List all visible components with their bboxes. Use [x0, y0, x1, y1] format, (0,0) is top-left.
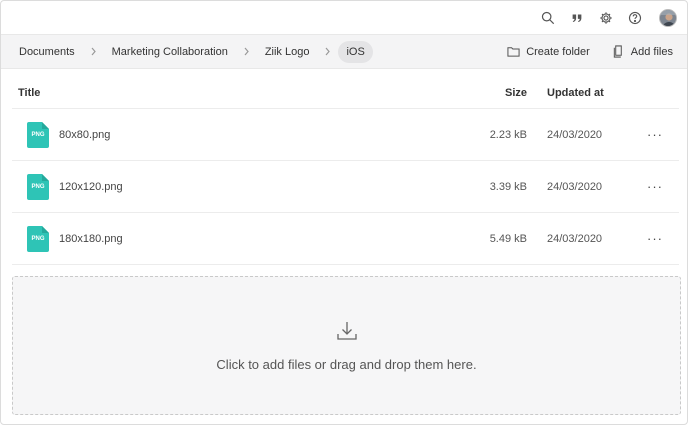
file-size: 2.23 kB: [489, 128, 527, 141]
chevron-right-icon: [324, 47, 331, 56]
more-options-button[interactable]: ···: [631, 179, 679, 194]
file-dropzone[interactable]: Click to add files or drag and drop them…: [12, 276, 681, 415]
file-type-label: PNG: [31, 131, 45, 138]
column-header-title[interactable]: Title: [12, 87, 467, 99]
column-header-updated[interactable]: Updated at: [527, 87, 631, 99]
gear-icon[interactable]: [598, 10, 614, 26]
file-type-label: PNG: [31, 183, 45, 190]
app-window: Documents Marketing Collaboration Ziik L…: [0, 0, 688, 425]
breadcrumb-item-documents[interactable]: Documents: [11, 41, 83, 63]
more-options-button[interactable]: ···: [631, 127, 679, 142]
file-updated: 24/03/2020: [547, 180, 603, 193]
add-files-button[interactable]: Add files: [612, 45, 673, 58]
file-updated: 24/03/2020: [547, 232, 603, 245]
file-name[interactable]: 80x80.png: [59, 129, 110, 141]
file-updated: 24/03/2020: [547, 128, 603, 141]
toolbar-actions: Create folder Add files: [485, 45, 687, 58]
column-header-size[interactable]: Size: [467, 87, 527, 99]
add-files-label: Add files: [630, 45, 673, 58]
download-tray-icon: [336, 320, 358, 345]
table-header: Title Size Updated at: [12, 78, 679, 109]
more-icon: ···: [647, 127, 663, 142]
files-icon: [613, 45, 622, 58]
file-title-cell: PNG 120x120.png: [12, 173, 467, 200]
help-icon[interactable]: [627, 10, 643, 26]
chevron-right-icon: [90, 47, 97, 56]
breadcrumb-item-marketing-collaboration[interactable]: Marketing Collaboration: [104, 41, 236, 63]
file-title-cell: PNG 180x180.png: [12, 225, 467, 252]
file-name[interactable]: 180x180.png: [59, 233, 123, 245]
more-icon: ···: [647, 231, 663, 246]
file-title-cell: PNG 80x80.png: [12, 121, 467, 148]
dropzone-message: Click to add files or drag and drop them…: [216, 356, 477, 372]
search-icon[interactable]: [540, 10, 556, 26]
png-file-icon: PNG: [27, 173, 49, 200]
more-options-button[interactable]: ···: [631, 231, 679, 246]
more-icon: ···: [647, 179, 663, 194]
file-type-label: PNG: [31, 235, 45, 242]
file-name[interactable]: 120x120.png: [59, 181, 123, 193]
files-table: Title Size Updated at PNG 80x80.png 2.23…: [12, 78, 679, 265]
breadcrumb: Documents Marketing Collaboration Ziik L…: [1, 34, 687, 69]
png-file-icon: PNG: [27, 121, 49, 148]
breadcrumb-item-ziik-logo[interactable]: Ziik Logo: [257, 41, 318, 63]
png-file-icon: PNG: [27, 225, 49, 252]
quote-icon[interactable]: [569, 10, 585, 26]
table-row[interactable]: PNG 120x120.png 3.39 kB 24/03/2020 ···: [12, 161, 679, 213]
breadcrumb-item-ios[interactable]: iOS: [338, 40, 373, 63]
file-size: 3.39 kB: [489, 180, 527, 193]
create-folder-button[interactable]: Create folder: [507, 45, 590, 58]
table-row[interactable]: PNG 180x180.png 5.49 kB 24/03/2020 ···: [12, 213, 679, 265]
file-size: 5.49 kB: [489, 232, 527, 245]
folder-icon: [507, 47, 520, 57]
create-folder-label: Create folder: [526, 45, 590, 58]
avatar[interactable]: [659, 8, 677, 27]
chevron-right-icon: [243, 47, 250, 56]
top-bar: [1, 1, 687, 34]
table-row[interactable]: PNG 80x80.png 2.23 kB 24/03/2020 ···: [12, 109, 679, 161]
